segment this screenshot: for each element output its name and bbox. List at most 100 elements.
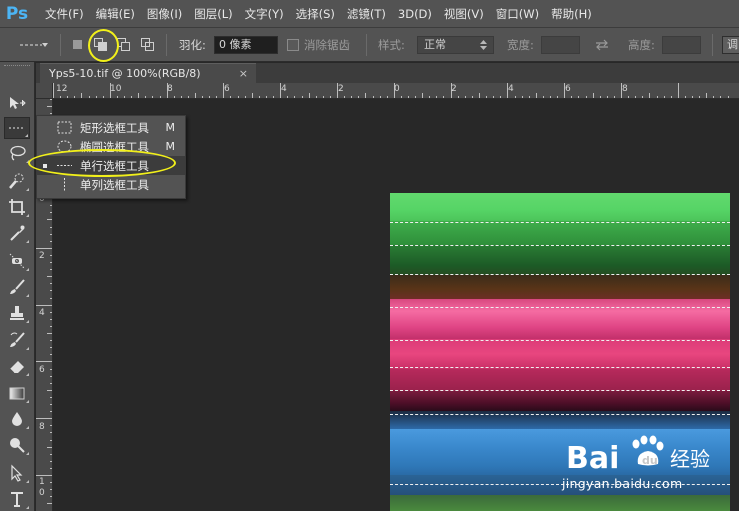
menu-view[interactable]: 视图(V) bbox=[438, 0, 490, 28]
height-input[interactable] bbox=[662, 36, 701, 54]
new-selection-mode[interactable] bbox=[71, 28, 85, 62]
separator bbox=[712, 34, 713, 56]
eraser-icon bbox=[9, 361, 24, 374]
antialias-checkbox[interactable]: 消除锯齿 bbox=[287, 28, 350, 62]
document-title: Yps5-10.tif @ 100%(RGB/8) bbox=[49, 67, 201, 80]
eyedropper-icon bbox=[10, 225, 25, 241]
type-icon bbox=[11, 492, 23, 507]
crop-tool[interactable] bbox=[4, 196, 30, 218]
menu-image[interactable]: 图像(I) bbox=[141, 0, 188, 28]
intersect-selection-mode[interactable] bbox=[141, 28, 155, 62]
rect-marquee-icon bbox=[57, 121, 72, 134]
ruler-label: 8 bbox=[167, 84, 173, 94]
image-band bbox=[390, 221, 730, 245]
antialias-label: 消除锯齿 bbox=[304, 38, 350, 52]
menu-layer[interactable]: 图层(L) bbox=[188, 0, 238, 28]
flyout-item-rect-marquee[interactable]: 矩形选框工具 M bbox=[37, 118, 185, 137]
flyout-item-single-column-marquee[interactable]: 单列选框工具 bbox=[37, 175, 185, 194]
subtract-from-selection-icon bbox=[117, 38, 131, 52]
type-tool[interactable] bbox=[4, 488, 30, 510]
ruler-label: 4 bbox=[281, 84, 287, 94]
baidu-logo-text-2: du bbox=[642, 454, 658, 467]
selection-marquee bbox=[390, 367, 730, 368]
flyout-item-label: 矩形选框工具 bbox=[80, 120, 149, 135]
document-tab[interactable]: Yps5-10.tif @ 100%(RGB/8) × bbox=[40, 63, 256, 83]
ruler-label: 0 bbox=[39, 488, 45, 498]
feather-input[interactable]: 0 像素 bbox=[214, 36, 278, 54]
options-bar: 羽化: 0 像素 消除锯齿 样式: 正常 宽度: 高度: 调 bbox=[0, 28, 739, 62]
jingyan-text: 经验 bbox=[670, 447, 710, 471]
baidu-logo-text-1: Bai bbox=[566, 441, 619, 476]
ruler-label: 4 bbox=[508, 84, 514, 94]
ruler-label: 2 bbox=[338, 84, 344, 94]
lasso-tool[interactable] bbox=[4, 142, 30, 164]
width-label: 宽度: bbox=[507, 38, 534, 52]
close-icon[interactable]: × bbox=[239, 67, 248, 80]
dodge-tool[interactable] bbox=[4, 434, 30, 456]
ruler-origin[interactable] bbox=[36, 83, 53, 99]
quick-selection-tool[interactable] bbox=[4, 170, 30, 192]
feather-label: 羽化: bbox=[179, 38, 206, 52]
brush-tool[interactable] bbox=[4, 276, 30, 298]
clone-stamp-tool[interactable] bbox=[4, 302, 30, 324]
healing-brush-tool[interactable] bbox=[4, 250, 30, 272]
watermark-url: jingyan.baidu.com bbox=[562, 476, 683, 491]
baidu-jingyan-watermark: Bai du 经验 jingyan.baidu.com bbox=[560, 428, 730, 498]
ruler-label: 8 bbox=[622, 84, 628, 94]
subtract-selection-mode[interactable] bbox=[117, 28, 131, 62]
gradient-icon bbox=[9, 387, 25, 400]
ruler-label: 0 bbox=[394, 84, 400, 94]
selection-marquee bbox=[390, 390, 730, 391]
history-brush-tool[interactable] bbox=[4, 329, 30, 351]
document-tab-bar: Yps5-10.tif @ 100%(RGB/8) × bbox=[36, 63, 739, 83]
menu-edit[interactable]: 编辑(E) bbox=[90, 0, 141, 28]
flyout-item-label: 单列选框工具 bbox=[80, 177, 149, 192]
horizontal-ruler[interactable]: 12 10 8 6 4 2 0 2 4 6 8 bbox=[53, 83, 739, 99]
style-label: 样式: bbox=[378, 38, 405, 52]
selection-marquee bbox=[390, 274, 730, 275]
width-input[interactable] bbox=[541, 36, 580, 54]
swap-dimensions-button[interactable] bbox=[594, 28, 610, 62]
path-selection-tool[interactable] bbox=[4, 462, 30, 484]
image-band bbox=[390, 369, 730, 391]
blur-tool[interactable] bbox=[4, 408, 30, 430]
refine-edge-button[interactable]: 调 bbox=[722, 36, 739, 54]
antialias-box[interactable] bbox=[287, 39, 299, 51]
new-selection-icon bbox=[71, 38, 85, 52]
gradient-tool[interactable] bbox=[4, 382, 30, 404]
menu-type[interactable]: 文字(Y) bbox=[239, 0, 290, 28]
marquee-tool[interactable] bbox=[4, 117, 30, 139]
selection-marquee bbox=[390, 222, 730, 223]
image-band bbox=[390, 299, 730, 339]
eraser-tool[interactable] bbox=[4, 355, 30, 377]
highlight-circle bbox=[88, 29, 119, 62]
eyedropper-tool[interactable] bbox=[4, 222, 30, 244]
menu-select[interactable]: 选择(S) bbox=[290, 0, 341, 28]
tool-preset-picker[interactable] bbox=[6, 28, 50, 62]
image-band bbox=[390, 245, 730, 275]
image-band bbox=[390, 391, 730, 411]
baidu-logo: Bai du 经验 bbox=[566, 435, 710, 476]
style-select[interactable]: 正常 bbox=[417, 36, 494, 54]
lasso-icon bbox=[10, 145, 26, 161]
path-selection-icon bbox=[11, 464, 23, 482]
single-column-marquee-icon bbox=[64, 178, 65, 191]
menu-window[interactable]: 窗口(W) bbox=[490, 0, 545, 28]
menu-3d[interactable]: 3D(D) bbox=[392, 0, 438, 28]
photoshop-logo: Ps bbox=[5, 3, 29, 24]
menu-file[interactable]: 文件(F) bbox=[39, 0, 90, 28]
separator bbox=[366, 34, 367, 56]
panel-grip[interactable] bbox=[4, 65, 30, 69]
selection-marquee bbox=[390, 307, 730, 308]
separator bbox=[166, 34, 167, 56]
dodge-icon bbox=[10, 438, 25, 453]
menu-filter[interactable]: 滤镜(T) bbox=[341, 0, 392, 28]
move-tool[interactable] bbox=[4, 92, 30, 114]
ruler-label: 10 bbox=[110, 84, 122, 94]
menu-help[interactable]: 帮助(H) bbox=[545, 0, 598, 28]
separator bbox=[60, 34, 61, 56]
ruler-label: 6 bbox=[224, 84, 230, 94]
single-row-marquee-icon bbox=[20, 43, 48, 47]
selection-marquee bbox=[390, 245, 730, 246]
menu-bar: Ps 文件(F) 编辑(E) 图像(I) 图层(L) 文字(Y) 选择(S) 滤… bbox=[0, 0, 739, 28]
